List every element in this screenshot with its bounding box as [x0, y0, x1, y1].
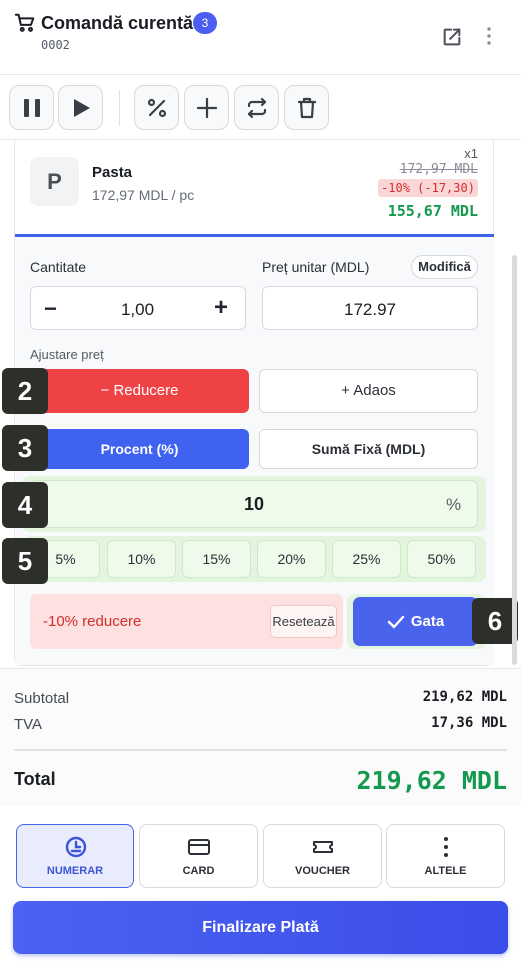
percent-icon — [147, 98, 166, 117]
annotation-marker: 4 — [2, 482, 48, 528]
modify-button[interactable]: Modifică — [411, 255, 478, 279]
adjustment-unit: % — [446, 495, 462, 514]
percent-mode-button[interactable]: Procent (%) — [30, 429, 249, 469]
payment-cash-button[interactable]: NUMERAR — [16, 824, 134, 888]
more-vertical-icon — [444, 837, 448, 857]
fixed-amount-mode-button[interactable]: Sumă Fixă (MDL) — [259, 429, 478, 469]
page-title: Comandă curentă — [41, 13, 194, 33]
markup-toggle-button[interactable]: + Adaos — [259, 369, 478, 413]
payment-voucher-button[interactable]: VOUCHER — [263, 824, 382, 888]
play-button[interactable] — [58, 85, 103, 130]
quantity-value[interactable]: 1,00 — [80, 300, 195, 320]
adjustment-value: 10 — [243, 494, 265, 514]
payment-voucher-label: VOUCHER — [294, 865, 350, 877]
trash-icon — [297, 97, 316, 118]
reset-button[interactable]: Resetează — [270, 605, 337, 638]
preset-chip[interactable]: 10% — [107, 540, 176, 578]
finalize-payment-button[interactable]: Finalizare Plată — [13, 901, 508, 954]
annotation-marker: 2 — [2, 368, 48, 414]
discount-button[interactable] — [134, 85, 179, 130]
subtotal-label: Subtotal — [14, 690, 70, 707]
discount-badge: -10% (-17,30) — [378, 179, 478, 197]
payment-card-button[interactable]: CARD — [139, 824, 258, 888]
total-label: Total — [14, 769, 56, 789]
order-number: 0002 — [41, 38, 70, 52]
cash-icon — [65, 836, 87, 858]
product-thumbnail: P — [30, 157, 79, 206]
pause-button[interactable] — [9, 85, 54, 130]
preset-chip[interactable]: 20% — [257, 540, 326, 578]
totals-divider — [14, 749, 507, 751]
done-button[interactable]: Gata — [353, 597, 478, 646]
swap-button[interactable] — [234, 85, 279, 130]
quantity-label: Cantitate — [30, 259, 87, 275]
cart-icon — [14, 13, 35, 32]
payment-other-button[interactable]: ALTELE — [386, 824, 505, 888]
scrollbar[interactable] — [512, 255, 517, 665]
repeat-icon — [247, 97, 266, 118]
more-options-icon[interactable] — [480, 24, 498, 48]
preset-chip[interactable]: 25% — [332, 540, 401, 578]
line-quantity: x1 — [464, 146, 478, 161]
ticket-icon — [313, 841, 333, 853]
subtotal-value: 219,62 MDL — [422, 689, 507, 705]
payment-cash-label: NUMERAR — [46, 865, 104, 877]
delete-button[interactable] — [284, 85, 329, 130]
total-value: 219,62 MDL — [356, 766, 507, 795]
pause-icon — [23, 98, 40, 117]
credit-card-icon — [188, 839, 210, 855]
product-unit-price: 172,97 MDL / pc — [92, 187, 195, 203]
discount-toggle-button[interactable]: − Reducere — [30, 369, 249, 413]
payment-card-label: CARD — [182, 865, 215, 877]
unit-price-value: 172.97 — [344, 300, 396, 319]
quantity-increase-button[interactable]: + — [214, 294, 228, 322]
discounted-price: 155,67 MDL — [387, 202, 478, 220]
annotation-marker: 5 — [2, 538, 48, 584]
preset-chip[interactable]: 15% — [182, 540, 251, 578]
quantity-decrease-button[interactable]: − — [44, 296, 57, 322]
item-count-badge: 3 — [193, 12, 217, 34]
check-icon — [387, 615, 405, 629]
plus-icon — [196, 97, 217, 118]
vat-label: TVA — [14, 716, 43, 733]
toolbar-divider — [119, 90, 120, 126]
external-link-icon[interactable] — [441, 26, 463, 48]
payment-other-label: ALTELE — [424, 865, 467, 877]
done-label: Gata — [410, 613, 445, 630]
add-item-button[interactable] — [184, 85, 229, 130]
play-icon — [73, 98, 90, 117]
original-price: 172,97 MDL — [399, 162, 478, 177]
adjustment-summary-text: -10% reducere — [43, 613, 142, 630]
adjustment-label: Ajustare preț — [30, 347, 104, 362]
product-name: Pasta — [92, 164, 133, 181]
unit-price-label: Preț unitar (MDL) — [262, 259, 370, 275]
annotation-marker: 3 — [2, 425, 48, 471]
preset-chip[interactable]: 50% — [407, 540, 476, 578]
vat-value: 17,36 MDL — [431, 715, 507, 731]
